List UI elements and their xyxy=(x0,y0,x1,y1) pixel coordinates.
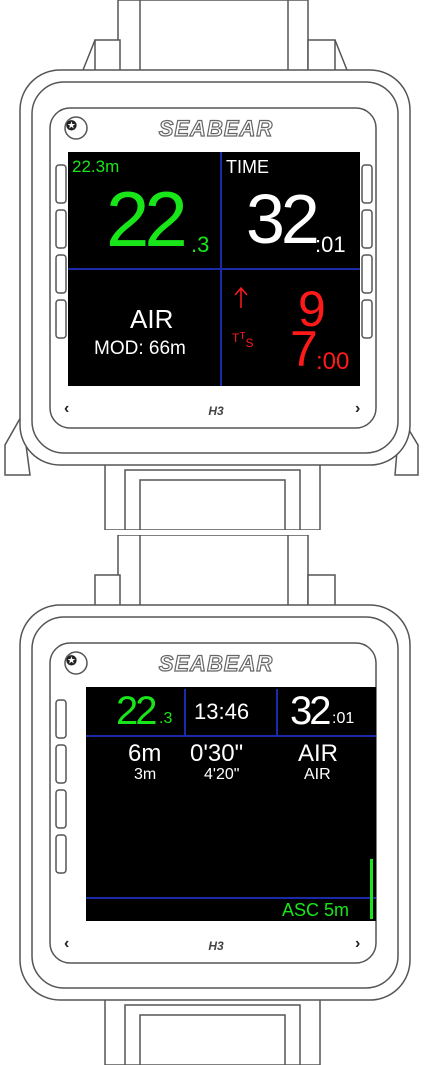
dive-time-seconds: :01 xyxy=(315,232,346,257)
stop-time-sub: 4'20" xyxy=(204,766,240,783)
dive-time-seconds: :01 xyxy=(332,710,355,727)
up-arrow-icon xyxy=(234,286,248,308)
current-depth: 22 xyxy=(116,689,157,733)
brand-logo: SEABEAR xyxy=(158,650,274,676)
dive-computer-view-2: SEABEAR ✪ ‹ › H3 22 .3 13:46 32 :01 6m 3… xyxy=(0,535,432,1065)
gas-label: AIR xyxy=(298,740,339,767)
dive-time: 32 xyxy=(290,689,331,733)
stop-depth-sub: 3m xyxy=(134,766,157,783)
model-label: H3 xyxy=(208,404,224,418)
ascent-rate-bar xyxy=(370,859,373,919)
current-depth-decimal: .3 xyxy=(159,710,173,727)
gas-sub-label: AIR xyxy=(304,766,331,783)
gas-label: AIR xyxy=(130,304,174,334)
current-depth: 22 xyxy=(106,175,188,263)
current-depth-decimal: .3 xyxy=(191,232,210,257)
divider-horizontal xyxy=(68,268,360,270)
divider-vertical-right xyxy=(276,689,278,735)
display-screen: 22.3m 22 .3 TIME 32 :01 AIR MOD: 66m TTS… xyxy=(68,152,360,386)
brand-logo: SEABEAR xyxy=(158,115,274,141)
tts-value: 7 xyxy=(290,321,318,377)
tts-label: TTS xyxy=(232,331,254,350)
clock-time: 13:46 xyxy=(194,699,250,724)
time-label: TIME xyxy=(226,157,269,177)
divider-vertical-left xyxy=(184,689,186,735)
stop-time: 0'30" xyxy=(190,740,244,767)
max-depth: 22.3m xyxy=(72,157,120,176)
divider-horizontal-top xyxy=(86,735,376,737)
display-screen: 22 .3 13:46 32 :01 6m 3m 0'30" 4'20" AIR… xyxy=(86,687,376,921)
dive-computer-view-1: SEABEAR ✪ ‹ › H3 22.3m 22 .3 TIME 32 :01… xyxy=(0,0,432,530)
light-button-icon[interactable]: ✪ xyxy=(66,653,77,669)
stop-depth: 6m xyxy=(128,740,162,767)
ascent-rate-label: ASC 5m xyxy=(282,900,350,920)
divider-vertical xyxy=(220,152,222,386)
tts-seconds: :00 xyxy=(316,348,350,375)
divider-horizontal-bottom xyxy=(86,897,376,899)
mod-label: MOD: 66m xyxy=(94,338,186,359)
dive-time: 32 xyxy=(246,180,320,258)
light-button-icon[interactable]: ✪ xyxy=(66,118,77,134)
model-label: H3 xyxy=(208,939,224,953)
